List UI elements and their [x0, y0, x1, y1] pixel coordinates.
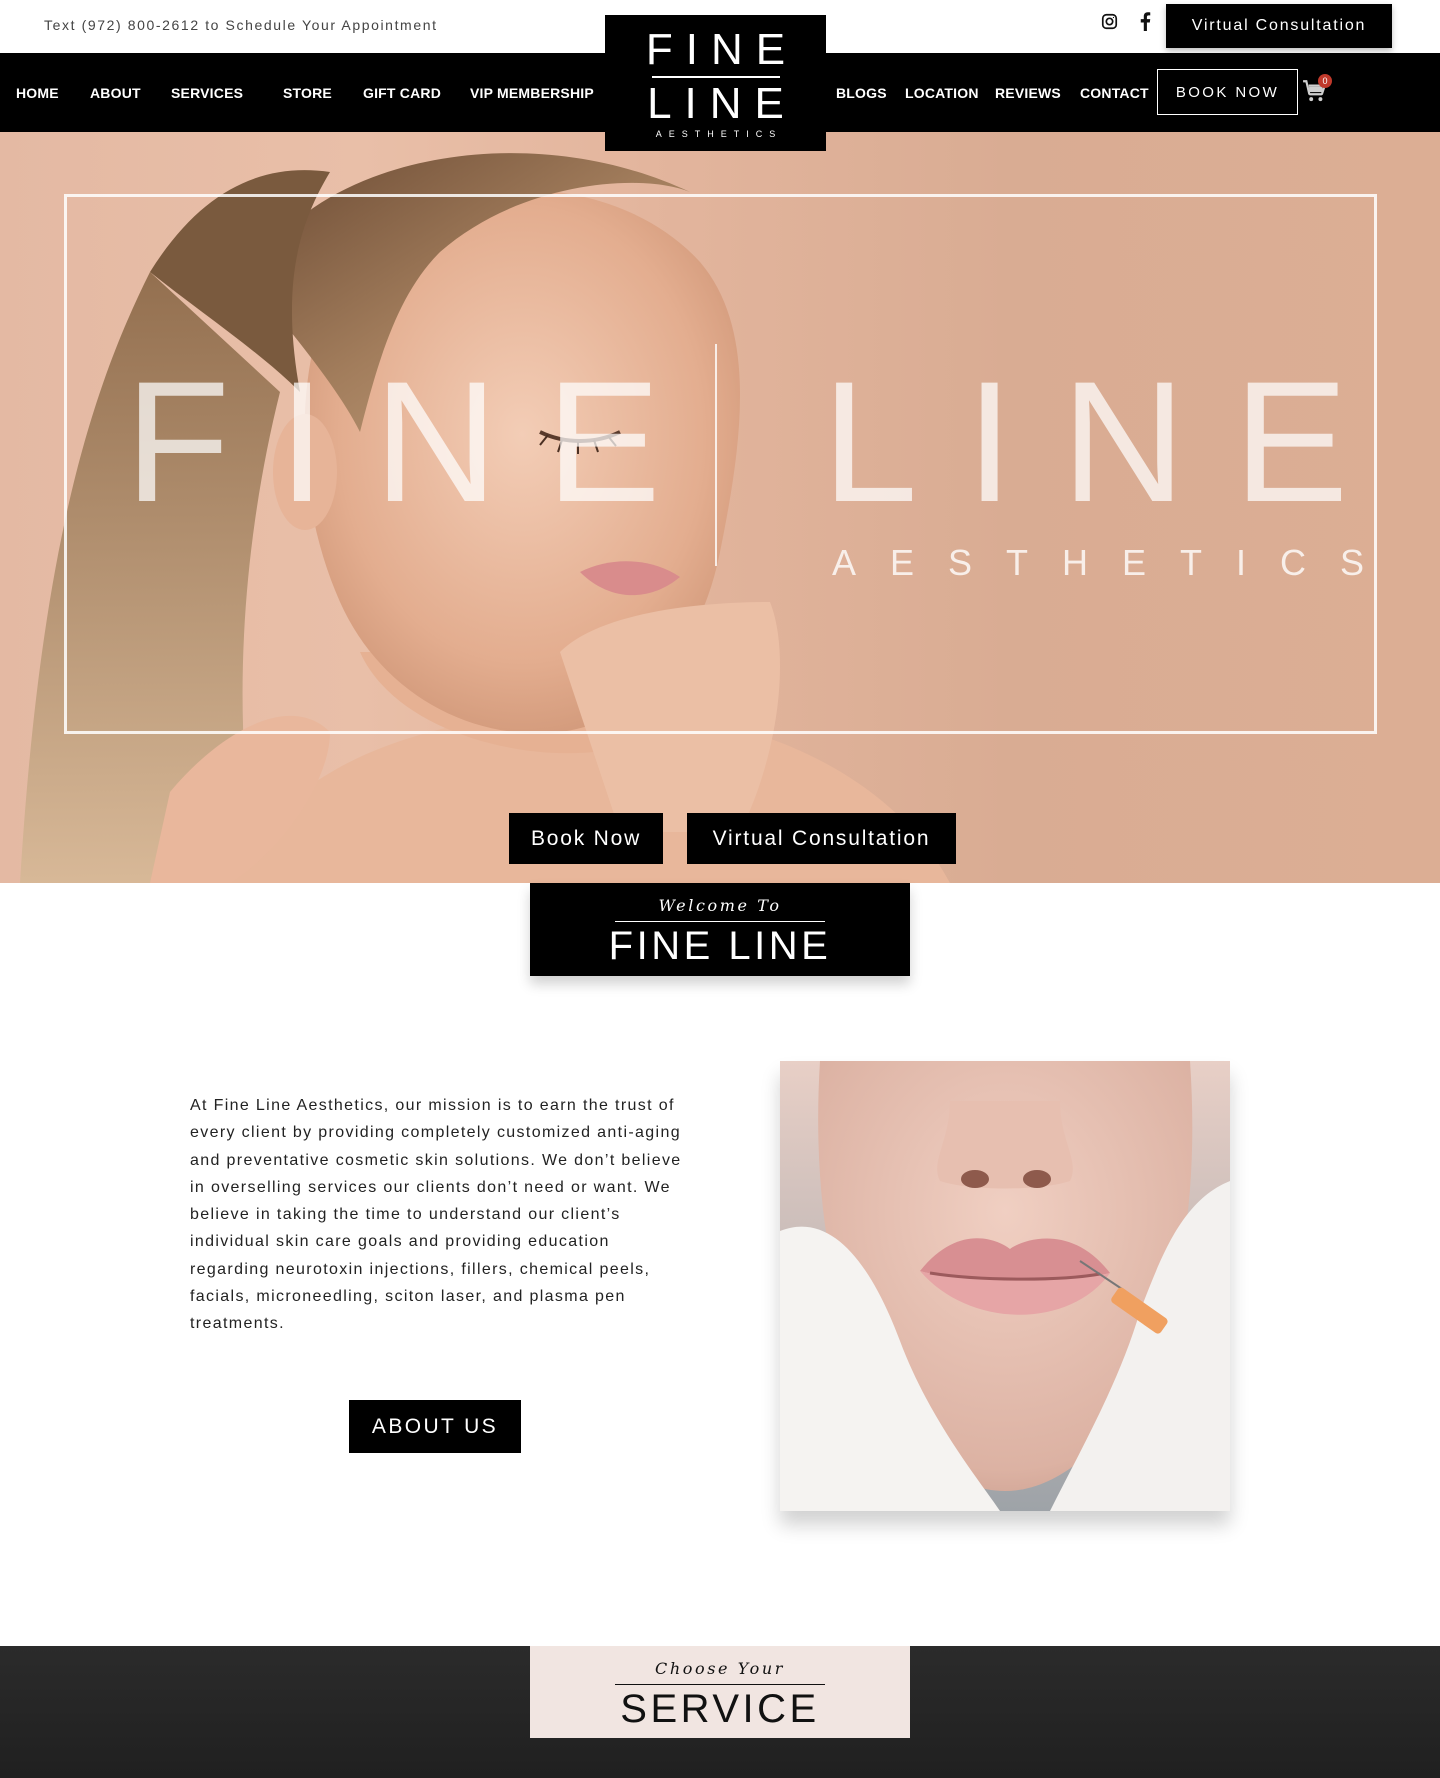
welcome-divider [615, 921, 825, 922]
logo-divider [651, 75, 780, 78]
nav-item-about[interactable]: ABOUT [90, 53, 141, 132]
hero-title-fine: FINE [125, 346, 709, 538]
logo-subtitle: AESTHETICS [655, 128, 783, 139]
cart-icon[interactable]: 0 [1302, 74, 1332, 106]
nav-item-store[interactable]: STORE [283, 53, 332, 132]
nav-item-blogs[interactable]: BLOGS [836, 53, 887, 132]
logo-line-one: FINE [645, 24, 799, 74]
virtual-consultation-button[interactable]: Virtual Consultation [1166, 4, 1392, 48]
welcome-heading-box: Welcome To FINE LINE [530, 883, 910, 976]
cart-count-badge: 0 [1318, 74, 1332, 88]
nav-item-location[interactable]: LOCATION [905, 53, 979, 132]
lip-injection-image [780, 1061, 1230, 1511]
service-section: Choose Your SERVICE [0, 1646, 1440, 1778]
about-us-button[interactable]: ABOUT US [349, 1400, 521, 1453]
service-eyebrow: Choose Your [655, 1659, 785, 1678]
lip-filler-photo [780, 1061, 1230, 1511]
mission-paragraph: At Fine Line Aesthetics, our mission is … [190, 1097, 682, 1333]
nav-item-home[interactable]: HOME [16, 53, 59, 132]
instagram-icon[interactable] [1098, 10, 1120, 32]
hero-banner: FINE LINE AESTHETICS Book Now Virtual Co… [0, 132, 1440, 883]
hero-subtitle: AESTHETICS [832, 542, 1399, 583]
site-logo[interactable]: FINE LINE AESTHETICS [605, 15, 826, 151]
nav-item-services[interactable]: SERVICES [171, 53, 243, 132]
phone-appointment-text: Text (972) 800-2612 to Schedule Your App… [44, 17, 438, 33]
service-heading-box: Choose Your SERVICE [530, 1646, 910, 1738]
nav-item-contact[interactable]: CONTACT [1080, 53, 1149, 132]
book-now-nav-button[interactable]: BOOK NOW [1157, 69, 1298, 115]
nav-item-reviews[interactable]: REVIEWS [995, 53, 1061, 132]
nav-item-gift-card[interactable]: GIFT CARD [363, 53, 441, 132]
hero-title-line: LINE [822, 346, 1397, 538]
welcome-title: FINE LINE [608, 924, 832, 968]
hero-virtual-consultation-button[interactable]: Virtual Consultation [687, 813, 956, 864]
welcome-eyebrow: Welcome To [658, 896, 782, 915]
service-divider [615, 1684, 825, 1685]
service-title: SERVICE [620, 1687, 820, 1731]
hero-book-now-button[interactable]: Book Now [509, 813, 663, 864]
logo-line-two: LINE [647, 78, 797, 128]
hero-divider [715, 344, 717, 566]
nav-item-vip-membership[interactable]: VIP MEMBERSHIP [470, 53, 594, 132]
facebook-icon[interactable] [1134, 10, 1156, 32]
